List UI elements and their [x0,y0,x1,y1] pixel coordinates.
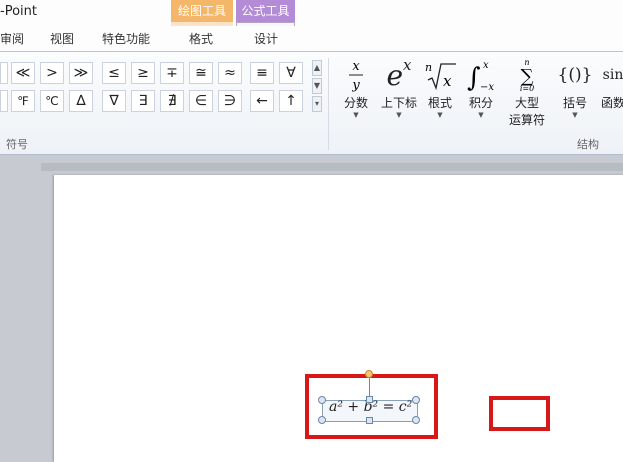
script-icon: ex [386,56,412,92]
resize-handle-top[interactable] [366,396,373,403]
symbol-button[interactable]: ≡ [250,62,274,84]
symbol-button[interactable]: ≫ [69,62,93,84]
gallery-scroll-down-button[interactable]: ▼ [312,78,322,94]
integral-button[interactable]: ∫ x −x 积分 ▼ [464,58,498,119]
symbol-partial[interactable] [0,90,8,112]
symbol-button[interactable]: ℉ [11,90,35,112]
chevron-down-icon: ▼ [572,111,578,119]
fraction-icon: xy [340,58,372,92]
symbol-button[interactable]: ↑ [279,90,303,112]
symbol-button[interactable]: ∀ [279,62,303,84]
chevron-down-icon: ▼ [353,111,359,119]
resize-handle-top-right[interactable] [412,396,420,404]
symbol-button[interactable]: ≅ [189,62,213,84]
title-bar [0,0,623,26]
rotation-handle[interactable] [365,370,373,378]
radical-button[interactable]: nx 根式 ▼ [422,58,458,119]
symbol-button[interactable]: ← [250,90,274,112]
tab-review[interactable]: 审阅 [0,30,24,47]
large-operator-label: 大型 [514,96,539,110]
large-operator-button[interactable]: n ∑ i=0 大型 运算符 [504,58,550,128]
svg-text:∫: ∫ [467,63,481,92]
tab-view[interactable]: 视图 [50,30,74,47]
symbols-group-label: 符号 [6,138,28,151]
symbol-button[interactable]: ℃ [40,90,64,112]
window-title: -Point [0,4,37,19]
drawing-tools-header: 绘图工具 [171,0,233,22]
symbol-button[interactable]: ∋ [218,90,242,112]
symbol-button[interactable]: ∃ [131,90,155,112]
svg-text:x: x [483,60,489,71]
highlight-box-empty [489,396,550,431]
symbol-button[interactable]: ≪ [11,62,35,84]
bracket-button[interactable]: {()} 括号 ▼ [556,58,594,119]
symbol-button[interactable]: ≥ [131,62,155,84]
radical-label: 根式 [427,96,452,110]
tab-design[interactable]: 设计 [254,30,278,47]
symbol-button[interactable]: ∓ [160,62,184,84]
svg-text:x: x [352,59,360,74]
function-label: 函数 [600,96,623,110]
symbol-button[interactable]: > [40,62,64,84]
slide-shadow [41,163,623,171]
ribbon-tab-row: 审阅 视图 特色功能 格式 设计 [0,26,623,52]
bracket-label: 括号 [562,96,587,110]
bracket-icon: {()} [557,65,593,85]
fraction-button[interactable]: xy 分数 ▼ [340,58,372,119]
resize-handle-bottom-right[interactable] [412,416,420,424]
gallery-more-button[interactable]: ▾ [312,96,322,112]
resize-handle-bottom-left[interactable] [318,416,326,424]
chevron-down-icon: ▼ [437,111,443,119]
chevron-down-icon: ▼ [396,111,402,119]
symbol-button[interactable]: ∈ [189,90,213,112]
svg-text:−x: −x [480,82,494,92]
svg-text:x: x [443,72,452,90]
script-button[interactable]: ex 上下标 ▼ [378,56,420,119]
symbol-partial[interactable] [0,62,8,84]
rotation-handle-stem [369,376,370,398]
chevron-down-icon: ▼ [478,111,484,119]
tab-format[interactable]: 格式 [189,30,213,47]
script-label: 上下标 [380,96,417,110]
radical-icon: nx [422,58,458,92]
gallery-scroll-up-button[interactable]: ▲ [312,60,322,76]
symbol-button[interactable]: ∆ [69,90,93,112]
symbol-button[interactable]: ∄ [160,90,184,112]
function-button[interactable]: sin 函数 [598,58,623,111]
symbol-button[interactable]: ≤ [102,62,126,84]
equation-tools-header: 公式工具 [236,0,295,22]
large-operator-label-2: 运算符 [508,113,545,127]
svg-text:y: y [351,78,360,92]
fraction-label: 分数 [343,96,368,110]
svg-text:n: n [425,61,432,74]
symbol-button[interactable]: ≈ [218,62,242,84]
structures-group-label: 结构 [577,138,599,151]
resize-handle-top-left[interactable] [318,396,326,404]
symbol-button[interactable]: ∇ [102,90,126,112]
integral-label: 积分 [468,96,493,110]
function-icon: sin [602,67,623,83]
resize-handle-bottom[interactable] [366,417,373,424]
large-operator-icon: n ∑ i=0 [504,58,550,92]
group-separator [328,58,329,150]
tab-special-features[interactable]: 特色功能 [102,30,150,47]
svg-text:i=0: i=0 [520,84,534,92]
integral-icon: ∫ x −x [464,58,498,92]
